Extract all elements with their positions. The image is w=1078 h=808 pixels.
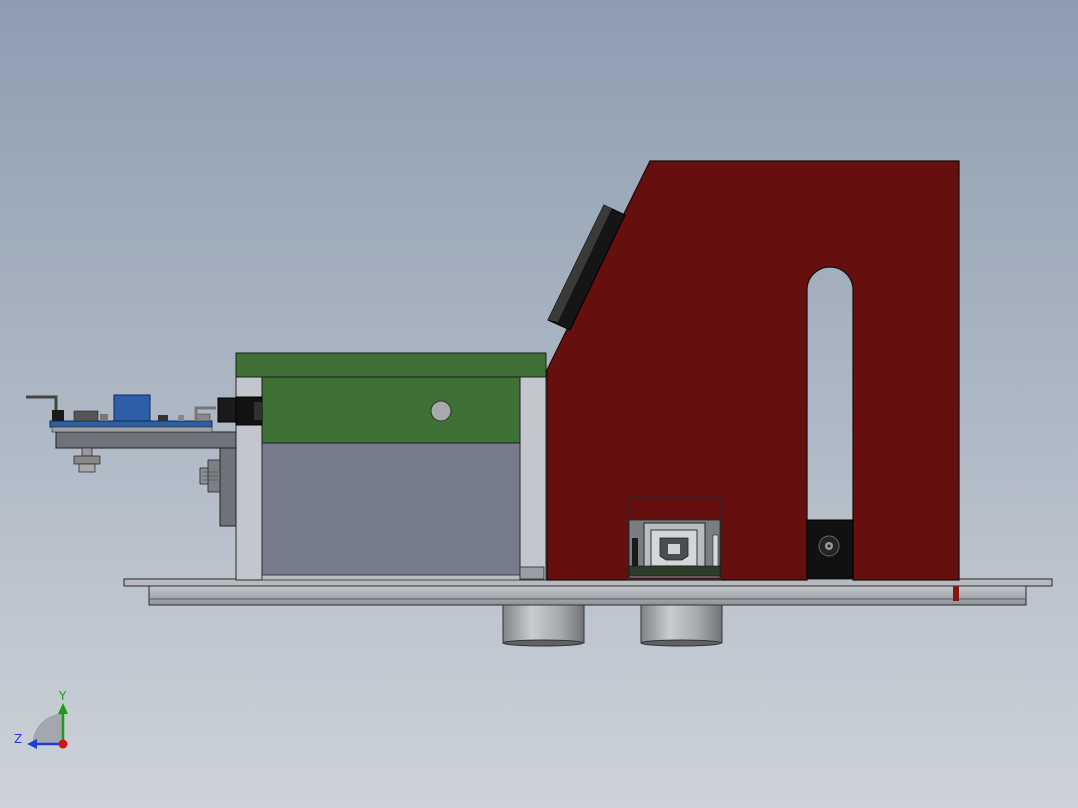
base-plate[interactable] (123, 578, 1053, 606)
bottom-small-block (519, 566, 545, 580)
dc-jack-right[interactable] (806, 519, 854, 579)
cad-graphics-viewport[interactable]: Y Z (0, 0, 1078, 808)
green-board[interactable] (235, 352, 547, 444)
triad-x-axis-dot (58, 739, 68, 749)
green-board-hole (430, 400, 452, 422)
cad-model-scene[interactable]: Y Z (0, 0, 1078, 808)
base-plate-body (148, 585, 1027, 606)
dc-jack-left[interactable] (217, 396, 263, 426)
gray-box-body[interactable] (261, 442, 521, 577)
foot-left[interactable] (502, 604, 585, 647)
base-plate-red-marker (953, 586, 959, 601)
triad-y-label: Y (58, 689, 67, 703)
usb-connector-area[interactable] (627, 496, 722, 581)
foot-right[interactable] (640, 604, 723, 647)
triad-z-label: Z (14, 732, 22, 746)
gray-box-bottom-strip (261, 574, 521, 581)
